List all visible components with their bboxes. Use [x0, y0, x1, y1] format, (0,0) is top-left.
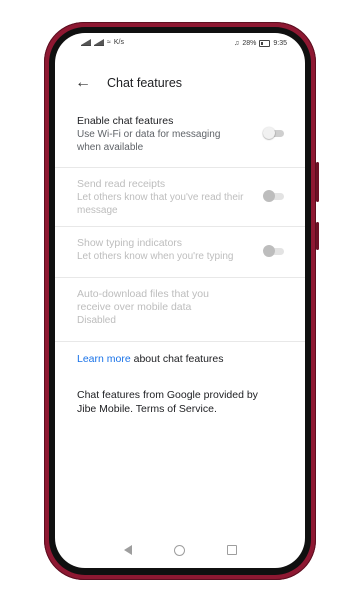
setting-subtitle: Let others know when you're typing [77, 251, 234, 262]
nav-back-icon[interactable] [123, 545, 132, 555]
status-bar: ≈ K/s ♫ 28% 9:35 [55, 33, 305, 55]
time: 9:35 [273, 40, 287, 47]
setting-title: Auto-download files that you receive ove… [77, 288, 209, 313]
screen: ≈ K/s ♫ 28% 9:35 ← Chat features Enable … [55, 33, 305, 568]
battery-icon [259, 40, 271, 47]
nav-bar [55, 532, 305, 568]
settings-list: Enable chat features Use Wi-Fi or data f… [55, 113, 305, 342]
setting-title: Enable chat features [77, 115, 174, 127]
setting-auto-download: Auto-download files that you receive ove… [55, 278, 305, 342]
footer-text: Chat features from Google provided by Ji… [77, 389, 258, 415]
battery-percent: 28% [242, 40, 257, 47]
setting-subtitle: Disabled [77, 315, 116, 326]
setting-title: Send read receipts [77, 178, 166, 190]
setting-enable-chat[interactable]: Enable chat features Use Wi-Fi or data f… [55, 113, 305, 168]
setting-title: Show typing indicators [77, 237, 183, 249]
learn-more-text: about chat features [130, 353, 224, 365]
power-button [316, 162, 319, 202]
signal-icon-2 [94, 39, 104, 46]
phone-frame: ≈ K/s ♫ 28% 9:35 ← Chat features Enable … [44, 22, 319, 580]
learn-more-line: Learn more about chat features [77, 353, 224, 365]
setting-subtitle: Use Wi-Fi or data for messaging when ava… [77, 129, 221, 153]
page-title: Chat features [107, 76, 183, 90]
enable-chat-toggle[interactable] [263, 127, 285, 139]
mute-icon: ♫ [234, 40, 240, 47]
wifi-icon: ≈ [107, 39, 111, 46]
speed-label: K/s [113, 39, 124, 46]
nav-recents-icon[interactable] [226, 545, 237, 555]
back-arrow-icon[interactable]: ← [75, 75, 91, 91]
signal-icon [81, 39, 91, 46]
learn-more-link[interactable]: Learn more [77, 353, 131, 365]
read-receipts-toggle [263, 190, 285, 202]
typing-indicators-toggle [263, 245, 285, 257]
setting-read-receipts: Send read receipts Let others know that … [55, 168, 305, 227]
setting-subtitle: Let others know that you've read their m… [77, 192, 244, 216]
nav-home-icon[interactable] [173, 544, 185, 556]
setting-typing-indicators: Show typing indicators Let others know w… [55, 227, 305, 278]
app-bar: ← Chat features [55, 69, 305, 99]
volume-button [316, 222, 319, 250]
